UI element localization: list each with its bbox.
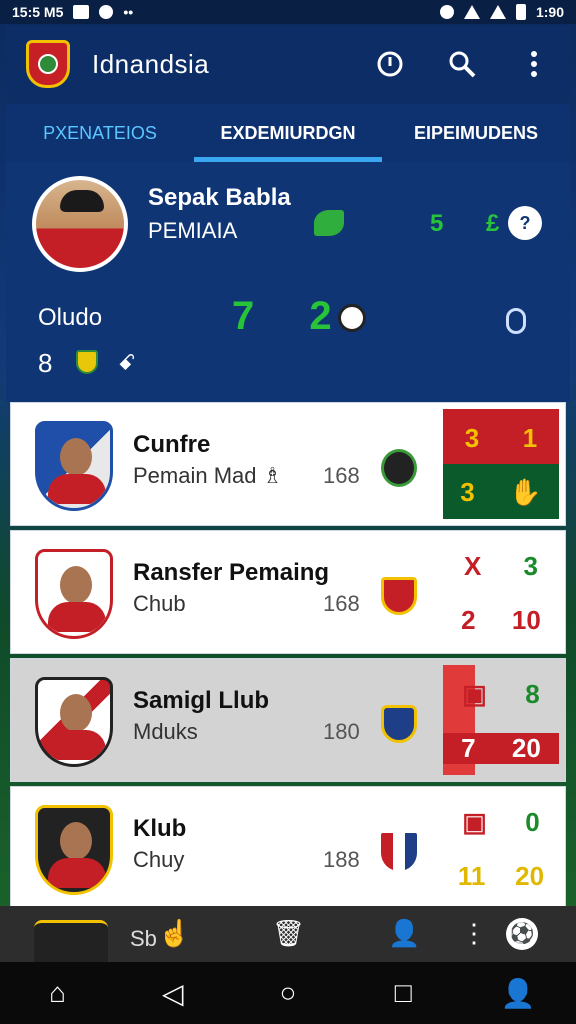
score-box: 3 1 3 ✋ [443,409,559,519]
wifi-icon [463,5,480,19]
dots-icon[interactable]: ⋮ [458,918,490,950]
club-number: 168 [323,591,360,616]
partial-label: Sb [130,926,157,951]
app-bar: Idnandsia [6,26,570,102]
club-subtitle: Pemain Mad ♗ [133,463,283,488]
shield-icon [76,350,98,374]
recents-icon[interactable]: □ [383,977,423,1009]
score-value: 7 [461,733,476,763]
status-bar: 15:5 M5 •• 1:90 [0,0,576,24]
score-value: 2 [461,605,476,635]
score-value: ✋ [509,477,542,507]
score-value: 11 [457,861,486,891]
club-emblem-icon [381,577,417,615]
small-number: 8 [38,348,53,378]
back-icon[interactable]: ◁ [153,977,193,1010]
list-item[interactable]: Ransfer Pemaing Chub 168 X 3 2 10 [10,530,566,654]
hand-icon[interactable]: ☝ [158,918,190,950]
score-value: X [464,551,482,581]
club-title: Ransfer Pemaing [133,559,330,586]
club-badge [35,421,113,511]
home-circle-icon[interactable]: ○ [268,977,308,1009]
club-title: Cunfre [133,431,211,458]
club-subtitle: Chub [133,591,186,616]
player-name: Sepak Babla [148,184,291,211]
score-box: X 3 2 10 [443,537,559,647]
list-item[interactable]: Cunfre Pemain Mad ♗ 168 3 1 3 ✋ [10,402,566,526]
more-icon: •• [123,4,134,20]
score-value: 0 [525,807,540,837]
more-vert-icon[interactable] [518,48,550,80]
club-title: Samigl Llub [133,687,270,714]
profile-icon[interactable]: 👤 [498,977,538,1010]
club-badge [35,677,113,767]
score-box: ▣ 0 11 20 [443,793,559,903]
signal-icon [489,5,506,19]
battery-icon [515,4,526,20]
list-item[interactable]: Klub Chuy 188 ▣ 0 11 20 [10,786,566,910]
score-value: 20 [511,733,541,763]
score-value: 20 [515,861,545,891]
info-icon[interactable] [374,48,406,80]
trash-icon[interactable]: 🗑 [272,918,305,950]
ring-icon[interactable] [506,308,526,334]
score-value: 1 [522,423,538,453]
club-badge [34,920,108,962]
chat-icon [99,5,114,19]
tab-bar: PXENATEIOS EXDEMIURDGN EIPEIMUDENS [6,104,570,162]
club-subtitle: Chuy [133,847,185,872]
score-value: 3 [523,551,538,581]
club-number: 168 [323,463,360,488]
link-icon[interactable]: ꗃ [118,350,136,376]
ball-icon[interactable]: ⚽ [506,918,538,950]
player-profile: Sepak Babla PEMIAIA 5 £ ? Oludo 7 2 8 ꗃ [6,162,570,402]
mail-icon [73,5,90,19]
tab-pxenateios[interactable]: PXENATEIOS [6,104,194,162]
score-value: 3 [464,423,480,453]
bottom-tab-bar: Sb ☝ 🗑 👤 ⋮ ⚽ [0,906,576,962]
status-clock: 1:90 [535,4,564,20]
club-list: Cunfre Pemain Mad ♗ 168 3 1 3 ✋ Ransfer Pe… [10,402,566,914]
leaf-icon [314,210,344,236]
user-icon[interactable]: 👤 [388,918,420,950]
match-score: 7 2 [232,294,354,338]
help-icon[interactable]: ? [508,206,542,240]
list-item[interactable]: Samigl Llub Mduks 180 ▣ 8 7 20 [10,658,566,782]
status-time: 15:5 M5 [12,4,64,20]
club-number: 188 [323,847,360,872]
club-badge [35,805,113,895]
tab-exdemiurdgn[interactable]: EXDEMIURDGN [194,104,382,162]
club-subtitle: Mduks [133,719,198,744]
score-value: ▣ [462,807,487,837]
search-icon[interactable] [446,48,478,80]
score-value: 10 [511,605,541,635]
score-box: ▣ 8 7 20 [443,665,559,775]
player-subtitle: PEMIAIA [148,218,238,243]
app-logo [26,40,70,88]
avatar[interactable] [32,176,128,272]
score-value: 3 [460,477,475,507]
app-title: Idnandsia [92,48,210,79]
club-emblem-icon [381,705,417,743]
tab-eipeimudens[interactable]: EIPEIMUDENS [382,104,570,162]
club-title: Klub [133,815,187,842]
alarm-icon [439,5,454,19]
ball-icon [338,304,366,332]
club-emblem-icon [381,833,417,871]
home-icon[interactable]: ⌂ [38,977,78,1009]
club-label: Oludo [38,304,103,331]
score-value: ▣ [462,679,487,709]
player-stats: 5 £ [430,210,518,237]
score-value: 8 [525,679,540,709]
system-nav-bar: ⌂ ◁ ○ □ 👤 [0,962,576,1024]
club-number: 180 [323,719,360,744]
club-emblem-icon [381,449,417,487]
club-badge [35,549,113,639]
